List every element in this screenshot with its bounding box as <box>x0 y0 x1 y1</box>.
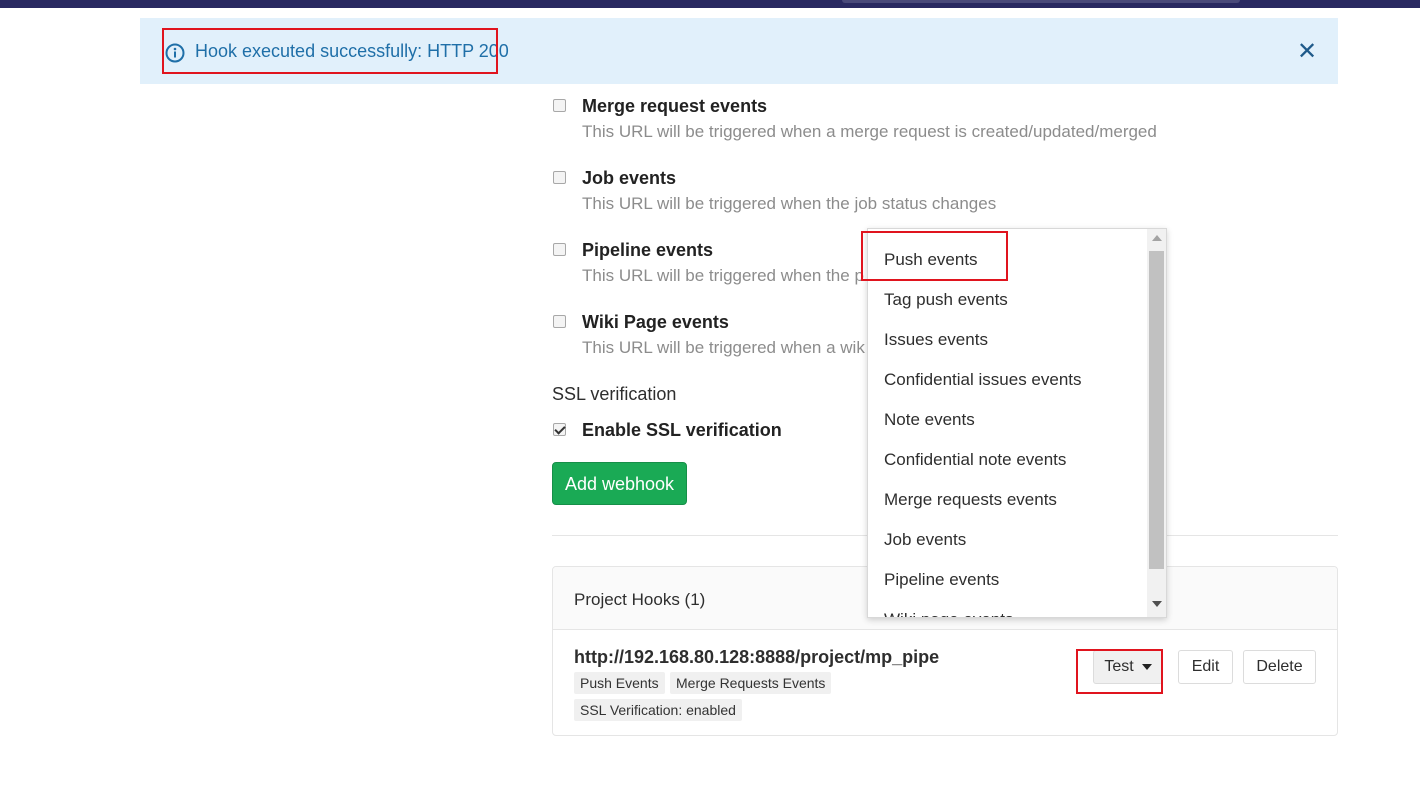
event-description: This URL will be triggered when a merge … <box>582 122 1157 141</box>
event-description: This URL will be triggered when the p <box>582 266 864 285</box>
caret-down-icon <box>1141 663 1152 670</box>
event-description: This URL will be triggered when a wik <box>582 338 865 357</box>
dropdown-item-wiki-page-events[interactable]: Wiki page events <box>884 610 1013 617</box>
ssl-tag: SSL Verification: enabled <box>574 699 742 721</box>
dropdown-item-note-events[interactable]: Note events <box>884 410 975 430</box>
search-bar[interactable] <box>842 0 1240 3</box>
dropdown-item-job-events[interactable]: Job events <box>884 530 966 550</box>
flash-message: Hook executed successfully: HTTP 200 <box>195 41 509 61</box>
event-title: Merge request events <box>582 96 768 116</box>
dropdown-item-tag-push-events[interactable]: Tag push events <box>884 290 1008 310</box>
dropdown-item-confidential-note-events[interactable]: Confidential note events <box>884 450 1066 470</box>
dropdown-scrollbar[interactable] <box>1147 229 1166 617</box>
scrollbar-thumb[interactable] <box>1149 251 1164 569</box>
dropdown-item-pipeline-events[interactable]: Pipeline events <box>884 570 999 590</box>
dropdown-item-issues-events[interactable]: Issues events <box>884 330 988 350</box>
event-tag: Push Events <box>574 672 665 694</box>
dropdown-item-confidential-issues-events[interactable]: Confidential issues events <box>884 370 1082 390</box>
panel-title: Project Hooks (1) <box>574 590 706 609</box>
ssl-checkbox-label: Enable SSL verification <box>582 420 782 440</box>
test-label: Test <box>1104 658 1134 675</box>
scroll-up-arrow-icon[interactable] <box>1152 235 1162 241</box>
add-webhook-button[interactable]: Add webhook <box>552 462 687 505</box>
close-icon[interactable]: ✕ <box>1297 40 1317 64</box>
checkbox-merge-request-events[interactable] <box>553 99 566 112</box>
event-title: Job events <box>582 168 677 188</box>
event-title: Wiki Page events <box>582 312 729 332</box>
test-dropdown-menu: Push events Tag push events Issues event… <box>867 228 1167 618</box>
hook-url: http://192.168.80.128:8888/project/mp_pi… <box>574 647 940 667</box>
dropdown-item-merge-requests-events[interactable]: Merge requests events <box>884 490 1057 510</box>
checkbox-wiki-page-events[interactable] <box>553 315 566 328</box>
checkbox-pipeline-events[interactable] <box>553 243 566 256</box>
event-title: Pipeline events <box>582 240 714 260</box>
scroll-down-arrow-icon[interactable] <box>1152 601 1162 607</box>
delete-button[interactable]: Delete <box>1243 650 1316 684</box>
edit-button[interactable]: Edit <box>1178 650 1233 684</box>
checkbox-job-events[interactable] <box>553 171 566 184</box>
dropdown-item-push-events[interactable]: Push events <box>884 250 978 270</box>
test-dropdown-button[interactable]: Test <box>1093 650 1163 684</box>
event-tag: Merge Requests Events <box>670 672 832 694</box>
event-description: This URL will be triggered when the job … <box>582 194 997 213</box>
top-navbar <box>0 0 1420 8</box>
ssl-heading: SSL verification <box>552 384 677 404</box>
info-icon <box>165 43 185 63</box>
checkbox-enable-ssl[interactable] <box>553 423 566 436</box>
